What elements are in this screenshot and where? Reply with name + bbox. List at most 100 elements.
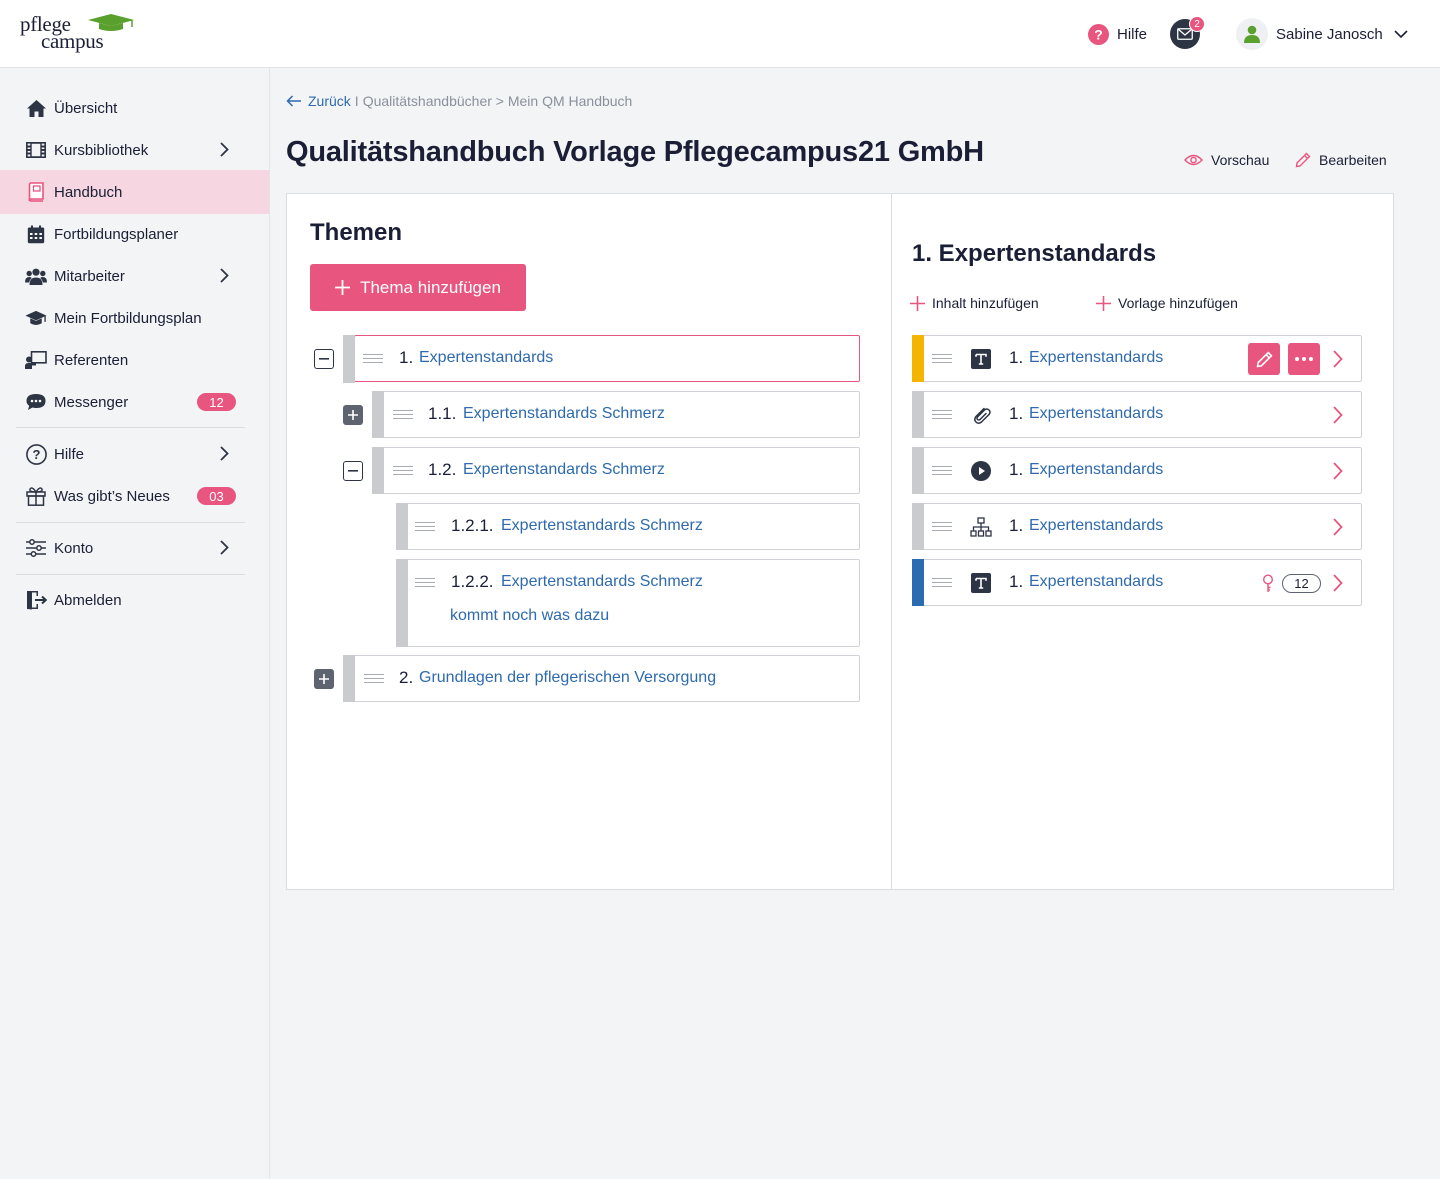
breadcrumb-path[interactable]: Qualitätshandbücher > Mein QM Handbuch bbox=[363, 93, 633, 109]
node-label: Expertenstandards Schmerz bbox=[501, 517, 703, 534]
header-help-link[interactable]: ? Hilfe bbox=[1088, 22, 1147, 46]
svg-text:?: ? bbox=[1094, 26, 1103, 42]
drag-handle-icon[interactable] bbox=[932, 578, 952, 587]
panel-divider bbox=[891, 194, 892, 889]
mail-count-badge: 2 bbox=[1189, 16, 1205, 32]
sidebar-item-handbuch[interactable]: Handbuch bbox=[0, 170, 269, 214]
sidebar-item-label: Handbuch bbox=[54, 183, 123, 201]
add-theme-button[interactable]: Thema hinzufügen bbox=[310, 264, 526, 311]
back-link[interactable]: Zurück bbox=[286, 93, 351, 109]
pencil-icon bbox=[1256, 350, 1273, 367]
graduation-cap-logo-icon bbox=[88, 14, 134, 31]
drag-handle-icon[interactable] bbox=[415, 522, 435, 531]
sidebar-item-mitarbeiter[interactable]: Mitarbeiter bbox=[0, 255, 269, 297]
node-bar bbox=[343, 655, 355, 702]
tree-node[interactable]: 2. Grundlagen der pflegerischen Versorgu… bbox=[343, 655, 860, 702]
drag-handle-icon[interactable] bbox=[393, 466, 413, 475]
sidebar-item-label: Was gibt’s Neues bbox=[54, 487, 170, 505]
sidebar-item-kursbibliothek[interactable]: Kursbibliothek bbox=[0, 129, 269, 171]
presenter-icon bbox=[25, 349, 47, 371]
add-template-label: Vorlage hinzufügen bbox=[1118, 295, 1238, 311]
sidebar-item-fortbildungsplaner[interactable]: Fortbildungsplaner bbox=[0, 213, 269, 255]
collapse-toggle[interactable] bbox=[314, 349, 334, 369]
edit-button[interactable]: Bearbeiten bbox=[1295, 150, 1387, 170]
sidebar-item-hilfe[interactable]: ? Hilfe bbox=[0, 433, 269, 475]
key-icon bbox=[1262, 574, 1274, 592]
pflegecampus-logo[interactable]: pflege campus bbox=[20, 12, 134, 56]
sidebar-item-uebersicht[interactable]: Übersicht bbox=[0, 87, 269, 129]
content-item[interactable]: 1. Expertenstandards bbox=[912, 391, 1362, 438]
messages-button[interactable]: 2 bbox=[1170, 16, 1205, 49]
content-item[interactable]: 1. Expertenstandards 12 bbox=[912, 559, 1362, 606]
sidebar-item-label: Hilfe bbox=[54, 445, 85, 463]
chevron-down-icon bbox=[1394, 29, 1408, 38]
chevron-right-icon bbox=[1333, 518, 1343, 536]
drag-handle-icon[interactable] bbox=[393, 410, 413, 419]
accent-bar bbox=[912, 447, 924, 494]
drag-handle-icon[interactable] bbox=[363, 354, 383, 363]
item-label: Expertenstandards bbox=[1029, 461, 1164, 478]
expand-toggle[interactable] bbox=[314, 669, 334, 689]
tree-node[interactable]: 1.2.2. Expertenstandards Schmerz kommt n… bbox=[396, 559, 860, 647]
sidebar-item-messenger[interactable]: Messenger 12 bbox=[0, 381, 269, 423]
accent-bar bbox=[912, 559, 924, 606]
sidebar-divider bbox=[16, 427, 245, 428]
tree-node[interactable]: 1.2.1. Expertenstandards Schmerz bbox=[396, 503, 860, 550]
plus-icon bbox=[335, 280, 351, 295]
drag-handle-icon[interactable] bbox=[932, 354, 952, 363]
drag-handle-icon[interactable] bbox=[415, 578, 435, 587]
add-template-button[interactable]: Vorlage hinzufügen bbox=[1096, 294, 1238, 312]
sidebar-item-mein-fortbildungsplan[interactable]: Mein Fortbildungsplan bbox=[0, 297, 269, 339]
node-label: Expertenstandards Schmerz bbox=[501, 573, 703, 590]
plus-icon bbox=[1096, 295, 1111, 311]
pencil-icon bbox=[1295, 152, 1311, 168]
item-number: 1. bbox=[1009, 572, 1024, 591]
node-label: Expertenstandards Schmerz bbox=[463, 461, 665, 478]
item-number: 1. bbox=[1009, 348, 1024, 367]
user-menu[interactable]: Sabine Janosch bbox=[1236, 18, 1408, 50]
item-number: 1. bbox=[1009, 404, 1024, 423]
tree-node[interactable]: 1.1. Expertenstandards Schmerz bbox=[372, 391, 860, 438]
collapse-toggle[interactable] bbox=[343, 461, 363, 481]
sidebar-item-referenten[interactable]: Referenten bbox=[0, 339, 269, 381]
minus-icon bbox=[319, 358, 329, 360]
preview-label: Vorschau bbox=[1211, 152, 1270, 168]
tree-node[interactable]: 1. Expertenstandards bbox=[343, 334, 860, 383]
sidebar-item-label: Abmelden bbox=[54, 591, 122, 609]
content-item[interactable]: 1. Expertenstandards bbox=[912, 503, 1362, 550]
more-options-button[interactable] bbox=[1288, 343, 1320, 375]
messenger-count-badge: 12 bbox=[197, 393, 236, 411]
tree-node[interactable]: 1.2. Expertenstandards Schmerz bbox=[372, 447, 860, 494]
node-note: kommt noch was dazu bbox=[450, 607, 610, 624]
node-bar bbox=[343, 334, 355, 383]
node-bar bbox=[372, 391, 384, 438]
expand-toggle[interactable] bbox=[343, 405, 363, 425]
accent-bar bbox=[912, 391, 924, 438]
chevron-right-icon bbox=[220, 446, 229, 461]
book-icon bbox=[25, 181, 47, 203]
preview-button[interactable]: Vorschau bbox=[1184, 150, 1269, 170]
add-content-button[interactable]: Inhalt hinzufügen bbox=[910, 294, 1039, 312]
drag-handle-icon[interactable] bbox=[932, 466, 952, 475]
detail-heading: 1. Expertenstandards bbox=[912, 240, 1157, 267]
edit-item-button[interactable] bbox=[1248, 343, 1280, 375]
drag-handle-icon[interactable] bbox=[932, 522, 952, 531]
accent-bar bbox=[912, 503, 924, 550]
node-bar bbox=[372, 447, 384, 494]
content-item[interactable]: 1. Expertenstandards bbox=[912, 335, 1362, 382]
sidebar-item-label: Übersicht bbox=[54, 99, 118, 117]
node-bar bbox=[396, 559, 408, 647]
top-bar: pflege campus ? Hilfe 2 Sabine Janosch bbox=[0, 0, 1440, 68]
drag-handle-icon[interactable] bbox=[364, 674, 384, 683]
paperclip-icon bbox=[970, 404, 992, 426]
content-item[interactable]: 1. Expertenstandards bbox=[912, 447, 1362, 494]
sidebar-item-was-gibts-neues[interactable]: Was gibt’s Neues 03 bbox=[0, 475, 269, 517]
home-icon bbox=[25, 97, 47, 119]
page-title: Qualitätshandbuch Vorlage Pflegecampus21… bbox=[286, 136, 984, 168]
drag-handle-icon[interactable] bbox=[932, 410, 952, 419]
minus-icon bbox=[348, 470, 358, 472]
sidebar-item-abmelden[interactable]: Abmelden bbox=[0, 579, 269, 621]
eye-icon bbox=[1184, 154, 1203, 166]
sidebar-item-konto[interactable]: Konto bbox=[0, 527, 269, 569]
svg-text:?: ? bbox=[32, 447, 40, 462]
